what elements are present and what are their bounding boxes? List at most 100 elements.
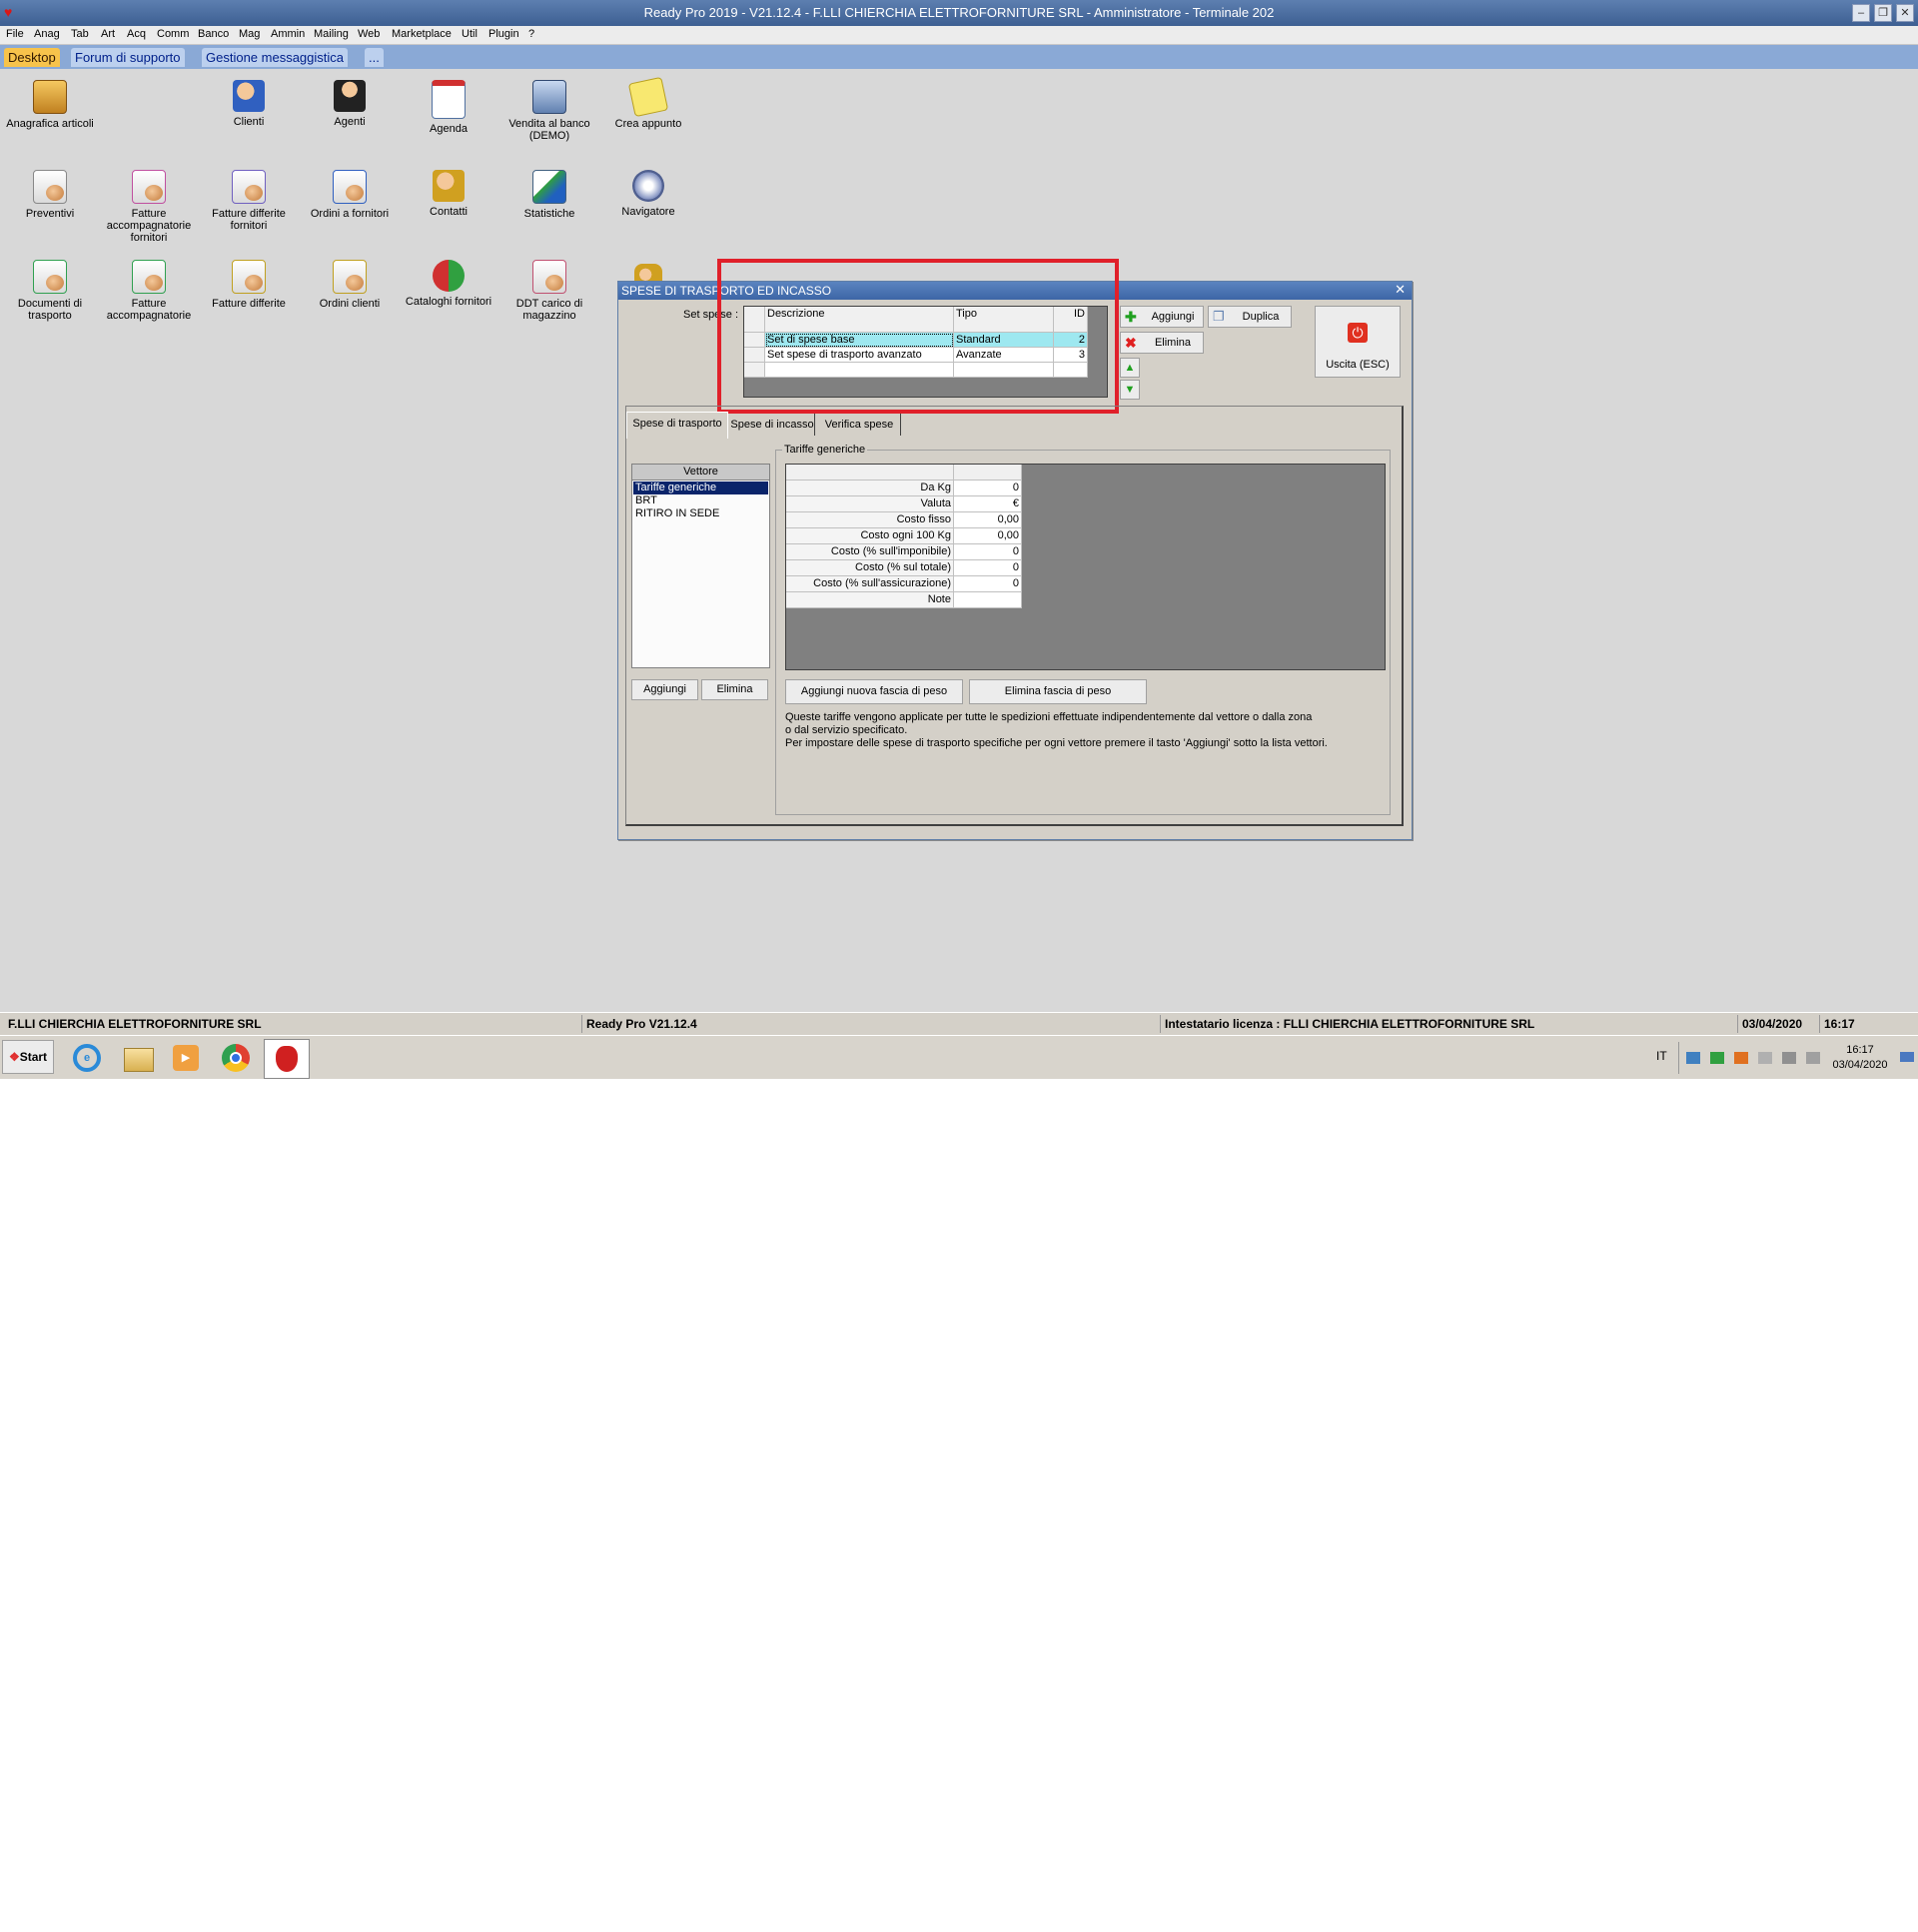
desktop-icon-documenti-trasporto[interactable]: Documenti di trasporto (2, 260, 98, 322)
menu-ammin[interactable]: Ammin (271, 28, 305, 40)
rate-value[interactable]: 0 (954, 576, 1022, 592)
move-down-arrow-icon[interactable]: ▼ (1120, 380, 1140, 400)
app-window: ♥ Ready Pro 2019 - V21.12.4 - F.LLI CHIE… (0, 0, 1918, 1079)
status-version: Ready Pro V21.12.4 (581, 1015, 697, 1033)
menu-plugin[interactable]: Plugin (488, 28, 519, 40)
internet-explorer-icon[interactable]: e (70, 1041, 106, 1075)
register-icon (532, 80, 566, 114)
desktop-icon-fatture-diff-fornitori[interactable]: Fatture differite fornitori (201, 170, 297, 232)
desktop-icon-cataloghi-fornitori[interactable]: Cataloghi fornitori (401, 260, 496, 308)
tab-spese-incasso[interactable]: Spese di incasso (730, 414, 815, 436)
duplica-set-button[interactable]: ❐ Duplica (1208, 306, 1292, 328)
desktop-icon-vendita-banco[interactable]: Vendita al banco (DEMO) (501, 80, 597, 142)
menu-tab[interactable]: Tab (71, 28, 89, 40)
desktop-icon-agenti[interactable]: Agenti (302, 80, 398, 128)
vettore-item[interactable]: BRT (632, 494, 769, 507)
desktop-icon-agenda[interactable]: Agenda (401, 80, 496, 135)
menu-marketplace[interactable]: Marketplace (392, 28, 452, 40)
title-bar: ♥ Ready Pro 2019 - V21.12.4 - F.LLI CHIE… (0, 0, 1918, 26)
tab-messaggistica[interactable]: Gestione messaggistica (202, 48, 349, 67)
aggiungi-vettore-button[interactable]: Aggiungi (631, 679, 698, 700)
close-button[interactable]: ✕ (1896, 4, 1914, 22)
taskbar-clock[interactable]: 16:17 03/04/2020 (1830, 1043, 1890, 1073)
rate-value[interactable]: 0,00 (954, 512, 1022, 528)
network-tray-icon[interactable] (1686, 1052, 1700, 1064)
desktop-icon-navigatore[interactable]: Navigatore (600, 170, 696, 218)
menu-web[interactable]: Web (358, 28, 380, 40)
desktop-icon-fatture-differite[interactable]: Fatture differite (201, 260, 297, 310)
language-indicator[interactable]: IT (1656, 1049, 1667, 1063)
rate-value[interactable] (954, 592, 1022, 608)
aggiungi-fascia-button[interactable]: Aggiungi nuova fascia di peso (785, 679, 963, 704)
rate-label: Note (786, 592, 954, 608)
rate-value[interactable]: 0 (954, 560, 1022, 576)
desktop-icon-clienti[interactable]: Clienti (201, 80, 297, 128)
menu-banco[interactable]: Banco (198, 28, 229, 40)
update-tray-icon[interactable] (1734, 1052, 1748, 1064)
tab-desktop[interactable]: Desktop (4, 48, 60, 67)
tab-verifica-spese[interactable]: Verifica spese (818, 414, 901, 436)
windows-logo-icon: ❖ (8, 1050, 20, 1064)
desktop-icon-anagrafica-articoli[interactable]: Anagrafica articoli (2, 80, 98, 130)
menu-comm[interactable]: Comm (157, 28, 189, 40)
media-player-icon[interactable]: ▶ (168, 1041, 204, 1075)
status-company: F.LLI CHIERCHIA ELETTROFORNITURE SRL (8, 1017, 262, 1031)
elimina-set-button[interactable]: ✖ Elimina (1120, 332, 1204, 354)
restore-button[interactable]: ❐ (1874, 4, 1892, 22)
aggiungi-set-button[interactable]: ✚ Aggiungi (1120, 306, 1204, 328)
monitor-tray-icon[interactable] (1782, 1052, 1796, 1064)
copy-icon: ❐ (1213, 309, 1225, 324)
desktop-icon-crea-appunto[interactable]: Crea appunto (600, 76, 696, 130)
delete-icon: ✖ (1125, 335, 1137, 351)
chrome-icon[interactable] (218, 1041, 254, 1075)
status-bar: F.LLI CHIERCHIA ELETTROFORNITURE SRL Rea… (0, 1012, 1918, 1035)
elimina-vettore-button[interactable]: Elimina (701, 679, 768, 700)
tab-spese-trasporto[interactable]: Spese di trasporto (626, 412, 728, 439)
contacts-icon (433, 170, 465, 202)
menu-util[interactable]: Util (462, 28, 478, 40)
vettore-item[interactable]: RITIRO IN SEDE (632, 507, 769, 520)
move-up-arrow-icon[interactable]: ▲ (1120, 358, 1140, 378)
power-icon: ⏻ (1348, 323, 1368, 343)
rate-value[interactable]: 0 (954, 481, 1022, 496)
security-tray-icon[interactable] (1710, 1052, 1724, 1064)
uscita-button[interactable]: ⏻ Uscita (ESC) (1315, 306, 1401, 378)
file-explorer-icon[interactable] (120, 1041, 156, 1075)
menu-mag[interactable]: Mag (239, 28, 260, 40)
rate-value[interactable]: 0,00 (954, 528, 1022, 544)
tab-more[interactable]: ... (365, 48, 384, 67)
vettore-item[interactable]: Tariffe generiche (633, 482, 768, 494)
volume-tray-icon[interactable] (1806, 1052, 1820, 1064)
document-icon (232, 260, 266, 294)
elimina-fascia-button[interactable]: Elimina fascia di peso (969, 679, 1147, 704)
desktop-icon-ordini-fornitori[interactable]: Ordini a fornitori (302, 170, 398, 220)
dialog-close-icon[interactable]: ✕ (1395, 282, 1406, 298)
document-icon (132, 170, 166, 204)
menu-anag[interactable]: Anag (34, 28, 60, 40)
menu-file[interactable]: File (6, 28, 24, 40)
flag-tray-icon[interactable] (1758, 1052, 1772, 1064)
people-icon (634, 264, 662, 282)
start-button[interactable]: ❖Start (2, 1040, 54, 1074)
menu-art[interactable]: Art (101, 28, 115, 40)
rate-value[interactable]: 0 (954, 544, 1022, 560)
box-icon (33, 80, 67, 114)
show-desktop-icon[interactable] (1900, 1052, 1914, 1062)
tab-forum[interactable]: Forum di supporto (71, 48, 185, 67)
minimize-button[interactable]: – (1852, 4, 1870, 22)
readypro-taskbar-icon[interactable] (264, 1039, 310, 1079)
rate-value[interactable]: € (954, 496, 1022, 512)
status-date: 03/04/2020 (1737, 1015, 1802, 1033)
desktop-icon-ddt-carico[interactable]: DDT carico di magazzino (501, 260, 597, 322)
desktop-icon-statistiche[interactable]: Statistiche (501, 170, 597, 220)
desktop-icon-fatture-acc[interactable]: Fatture accompagnatorie (101, 260, 197, 322)
desktop-icon-fatture-acc-fornitori[interactable]: Fatture accompagnatorie fornitori (101, 170, 197, 244)
desktop-icon-contatti[interactable]: Contatti (401, 170, 496, 218)
menu-acq[interactable]: Acq (127, 28, 146, 40)
menu-mailing[interactable]: Mailing (314, 28, 349, 40)
desktop-icon-preventivi[interactable]: Preventivi (2, 170, 98, 220)
menu-help[interactable]: ? (528, 28, 534, 40)
rate-label: Costo (% sull'imponibile) (786, 544, 954, 560)
desktop-icon-ordini-clienti[interactable]: Ordini clienti (302, 260, 398, 310)
document-icon (33, 170, 67, 204)
